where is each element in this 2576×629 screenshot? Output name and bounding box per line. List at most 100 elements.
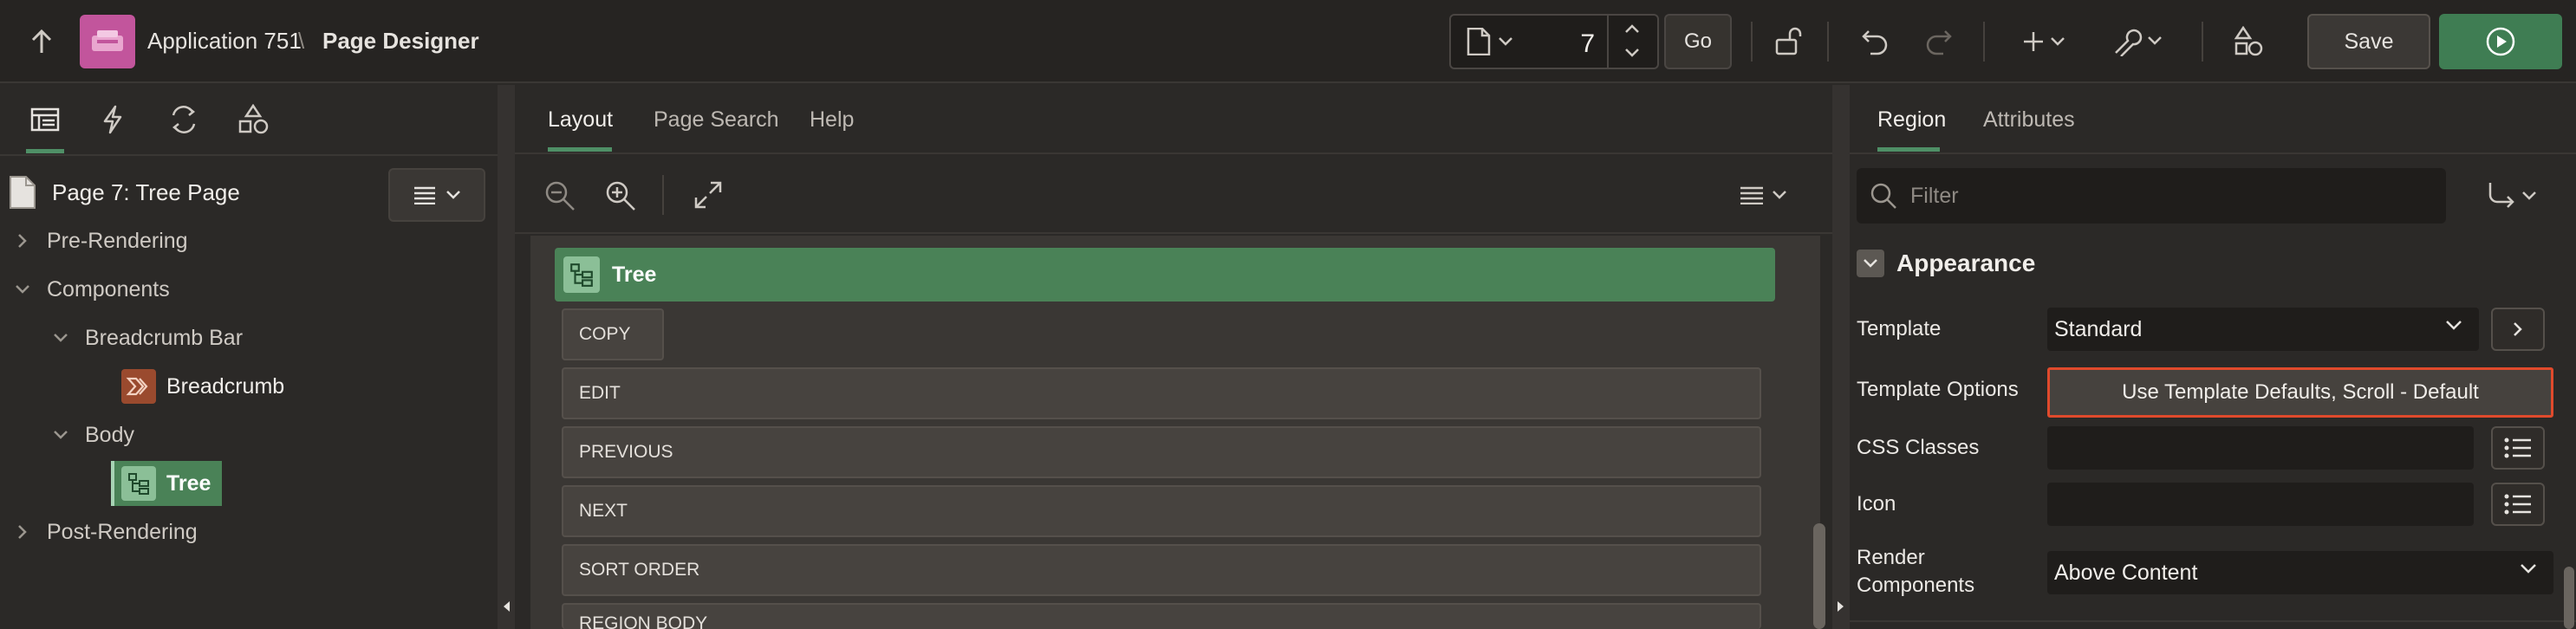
chevron-down-icon [446,191,460,199]
menu-icon [414,186,435,204]
list-icon [2504,494,2531,515]
chevron-right-icon[interactable] [12,230,33,251]
tree-node-breadcrumb-bar[interactable]: Breadcrumb Bar [50,316,414,360]
button-position-region-body[interactable]: REGION BODY [562,603,1761,629]
page-title: Page Designer [322,28,479,54]
spinner-down-icon[interactable] [1623,47,1641,59]
spinner-up-icon[interactable] [1623,23,1641,35]
zoom-in-icon[interactable] [603,178,638,213]
tree-node-post-rendering[interactable]: Post-Rendering [12,510,376,554]
tree-node-pre-rendering[interactable]: Pre-Rendering [12,219,376,263]
tree-region-icon [121,466,156,501]
go-button[interactable]: Go [1664,14,1732,69]
render-components-select[interactable]: Above Content [2047,551,2553,594]
chevron-down-icon[interactable] [50,327,71,348]
tab-attributes[interactable]: Attributes [1983,107,2075,133]
rendering-icon[interactable] [19,94,71,146]
page-number-input[interactable]: 7 [1580,29,1595,59]
chevron-right-icon[interactable] [12,522,33,542]
property-scrollbar[interactable] [2564,567,2574,629]
tab-help[interactable]: Help [810,107,854,133]
filter-input[interactable] [1910,183,2430,209]
expand-icon[interactable] [693,180,723,210]
redo-icon[interactable] [1912,16,1964,68]
render-components-value: Above Content [2054,560,2198,585]
plus-icon[interactable] [2016,16,2077,68]
up-arrow-icon[interactable] [16,16,68,68]
page-node[interactable]: Page 7: Tree Page [7,175,240,210]
tree-node-label: Components [47,276,170,302]
undo-icon[interactable] [1850,16,1902,68]
save-button[interactable]: Save [2307,14,2430,69]
icon-picker-button[interactable] [2491,483,2545,526]
tree-node-label: Breadcrumb [166,373,285,399]
list-icon [2504,438,2531,458]
tab-layout[interactable]: Layout [548,107,613,133]
tree-region-icon [563,256,600,293]
collapse-left-icon[interactable] [501,600,511,613]
center-tab-bar: Layout Page Search Help [515,85,1832,154]
tree-node-components[interactable]: Components [12,268,376,311]
chevron-down-icon[interactable] [1857,250,1884,277]
zoom-out-icon[interactable] [543,178,577,213]
lightning-icon[interactable] [87,94,139,146]
icon-input[interactable] [2047,483,2474,526]
template-options-label: Template Options [1857,378,2019,401]
tab-page-search[interactable]: Page Search [654,107,779,133]
chevron-down-icon[interactable] [50,425,71,445]
page-selector[interactable]: 7 [1449,14,1659,69]
chevron-down-icon [2522,191,2536,200]
tree-region-header[interactable]: Tree [555,248,1775,302]
tree-node-body[interactable]: Body [50,413,414,457]
run-button[interactable] [2439,14,2562,69]
goto-group-button[interactable] [2456,168,2567,224]
button-position-copy[interactable]: COPY [562,308,664,360]
right-splitter[interactable] [1832,85,1850,629]
right-tab-bar: Region Attributes [1850,85,2576,154]
appearance-group-header[interactable]: Appearance [1857,244,2035,282]
render-components-label-1: Render [1857,546,1925,569]
template-go-button[interactable] [2491,308,2545,351]
active-tab-indicator [1877,147,1940,152]
css-classes-input[interactable] [2047,426,2474,470]
layout-menu-button[interactable] [1739,185,1792,204]
shapes-icon[interactable] [2222,16,2274,68]
lock-icon[interactable] [1763,16,1815,68]
application-icon[interactable] [80,15,135,68]
wrench-icon[interactable] [2106,16,2172,68]
tree-menu-button[interactable] [388,168,485,222]
button-position-previous[interactable]: PREVIOUS [562,426,1761,478]
processing-icon[interactable] [158,94,210,146]
filter-field[interactable] [1857,168,2446,224]
button-position-edit[interactable]: EDIT [562,367,1761,419]
tree-node-label: Pre-Rendering [47,228,188,253]
page-spinner[interactable] [1607,16,1657,68]
toolbar-divider [1827,22,1829,62]
application-name[interactable]: Application 751 [147,28,302,55]
tree-node-label: Body [85,422,134,447]
breadcrumb-icon [121,369,156,404]
collapse-right-icon[interactable] [1836,600,1846,613]
layout-scrollbar[interactable] [1813,523,1825,629]
toolbar-divider [1983,22,1985,62]
css-classes-picker-button[interactable] [2491,426,2545,470]
template-options-button[interactable]: Use Template Defaults, Scroll - Default [2047,367,2553,418]
shared-components-icon[interactable] [227,94,279,146]
page-icon [10,176,36,209]
chevron-down-icon [2446,321,2462,330]
active-tab-indicator [548,147,612,152]
chevron-down-icon[interactable] [12,279,33,300]
template-select[interactable]: Standard [2047,308,2479,351]
tree-node-tree-selected[interactable]: Tree [111,461,222,506]
layout-panel: Layout Page Search Help Tree COPY EDIT P… [515,85,1832,629]
title-divider: \ [298,28,305,54]
page-icon[interactable] [1467,28,1519,55]
button-position-next[interactable]: NEXT [562,485,1761,537]
rendering-panel: Page 7: Tree Page Pre-Rendering Componen… [0,85,498,629]
property-editor: Region Attributes Appearance Template St… [1850,85,2576,629]
top-bar: Application 751 \ Page Designer 7 Go Sav… [0,0,2576,83]
button-position-sort-order[interactable]: SORT ORDER [562,544,1761,596]
tree-node-breadcrumb[interactable]: Breadcrumb [121,365,485,408]
left-splitter[interactable] [498,85,515,629]
tab-region[interactable]: Region [1877,107,1946,133]
